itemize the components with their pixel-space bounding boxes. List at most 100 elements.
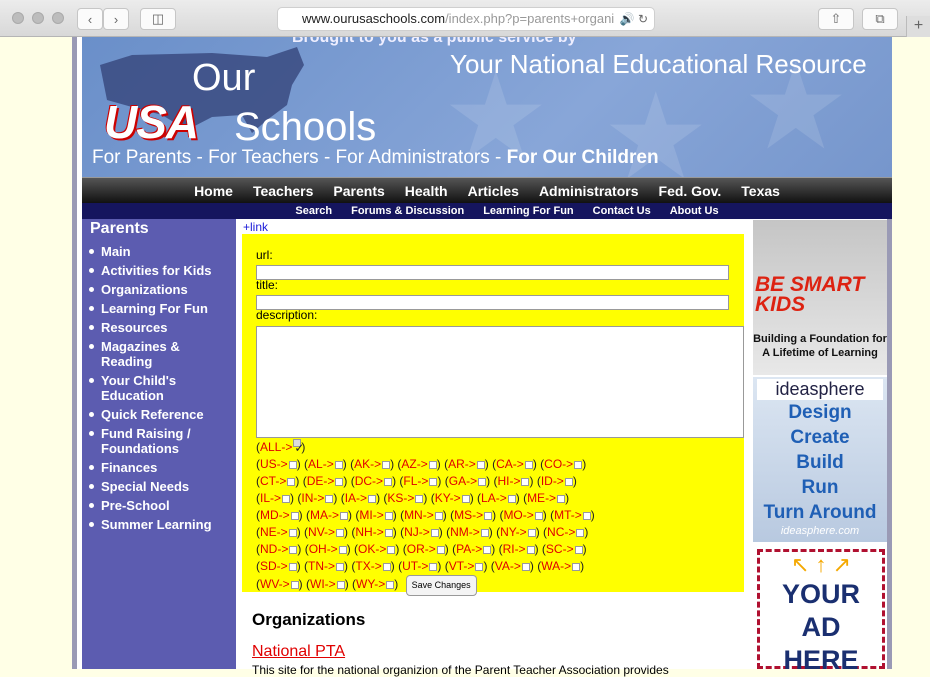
state-checkbox[interactable] [429, 478, 438, 486]
state-checkbox[interactable] [290, 512, 299, 520]
your-ad-here-ad[interactable]: ↖ ↑ ↗ YOUR AD HERE [757, 549, 885, 675]
sidebar-item-main[interactable]: Main [82, 242, 236, 261]
sidebar-item-finances[interactable]: Finances [82, 458, 236, 477]
state-checkbox[interactable] [582, 512, 591, 520]
close-window-icon[interactable] [12, 12, 24, 24]
state-checkbox[interactable] [475, 563, 484, 571]
audio-icon[interactable]: 🔊 [620, 12, 635, 26]
state-checkbox[interactable] [521, 563, 530, 571]
state-checkbox[interactable] [574, 461, 583, 469]
nav-about-us[interactable]: About Us [670, 205, 719, 217]
be-smart-kids-ad[interactable]: BE SMART KIDS Building a Foundation for … [753, 220, 887, 375]
state-checkbox[interactable] [288, 461, 297, 469]
nav-articles[interactable]: Articles [468, 183, 519, 199]
state-checkbox[interactable] [325, 495, 334, 503]
new-tab-button[interactable]: + [906, 16, 930, 37]
state-checkbox[interactable] [478, 478, 487, 486]
reload-icon[interactable]: ↻ [638, 12, 648, 26]
org-link-national-pta[interactable]: National PTA [252, 643, 345, 661]
state-checkbox[interactable] [338, 546, 347, 554]
url-input[interactable] [256, 265, 729, 280]
state-checkbox[interactable] [382, 563, 391, 571]
state-checkbox[interactable] [527, 529, 536, 537]
state-checkbox[interactable] [387, 546, 396, 554]
tabs-overview-button[interactable]: ⧉ [862, 8, 898, 30]
title-input[interactable] [256, 295, 729, 310]
sidebar-item-activities[interactable]: Activities for Kids [82, 261, 236, 280]
sidebar-item-fundraising[interactable]: Fund Raising / Foundations [82, 424, 236, 458]
state-checkbox[interactable] [340, 512, 349, 520]
sidebar-item-reference[interactable]: Quick Reference [82, 405, 236, 424]
state-checkbox[interactable] [368, 495, 377, 503]
state-checkbox[interactable] [557, 495, 566, 503]
save-changes-button[interactable]: Save Changes [405, 575, 477, 596]
nav-teachers[interactable]: Teachers [253, 183, 313, 199]
state-checkbox[interactable] [574, 546, 583, 554]
state-checkbox[interactable] [287, 478, 296, 486]
state-checkbox[interactable] [576, 529, 585, 537]
checkbox-all[interactable]: ✓ [293, 439, 304, 455]
sidebar-item-learning[interactable]: Learning For Fun [82, 299, 236, 318]
state-checkbox[interactable] [384, 478, 393, 486]
state-checkbox[interactable] [384, 512, 393, 520]
state-checkbox[interactable] [336, 529, 345, 537]
ideasphere-ad[interactable]: ideasphere Design Create Build Run Turn … [753, 377, 887, 542]
address-bar[interactable]: www.ourusaschools.com/index.php?p=parent… [277, 7, 655, 31]
state-checkbox[interactable] [336, 581, 345, 589]
state-checkbox[interactable] [524, 461, 533, 469]
state-checkbox[interactable] [289, 546, 298, 554]
state-checkbox[interactable] [564, 478, 573, 486]
sidebar-item-special-needs[interactable]: Special Needs [82, 477, 236, 496]
state-checkbox[interactable] [428, 461, 437, 469]
state-checkbox[interactable] [430, 529, 439, 537]
share-button[interactable]: ⇧ [818, 8, 854, 30]
nav-search[interactable]: Search [295, 205, 332, 217]
sidebar-toggle-button[interactable]: ◫ [140, 8, 176, 30]
state-checkbox[interactable] [521, 478, 530, 486]
sidebar-item-preschool[interactable]: Pre-School [82, 496, 236, 515]
state-checkbox[interactable] [526, 546, 535, 554]
nav-contact-us[interactable]: Contact Us [593, 205, 651, 217]
state-checkbox[interactable] [480, 529, 489, 537]
state-checkbox[interactable] [434, 512, 443, 520]
nav-learning-for-fun[interactable]: Learning For Fun [483, 205, 573, 217]
nav-fed-gov[interactable]: Fed. Gov. [659, 183, 722, 199]
nav-administrators[interactable]: Administrators [539, 183, 639, 199]
nav-forums[interactable]: Forums & Discussion [351, 205, 464, 217]
description-textarea[interactable] [256, 326, 744, 438]
nav-texas[interactable]: Texas [741, 183, 780, 199]
sidebar-item-organizations[interactable]: Organizations [82, 280, 236, 299]
state-checkbox[interactable] [415, 495, 424, 503]
state-checkbox[interactable] [483, 546, 492, 554]
state-checkbox[interactable] [288, 563, 297, 571]
add-link[interactable]: +link [243, 220, 268, 234]
state-checkbox[interactable] [461, 495, 470, 503]
state-checkbox[interactable] [534, 512, 543, 520]
state-checkbox[interactable] [429, 563, 438, 571]
sidebar-item-magazines[interactable]: Magazines & Reading [82, 337, 236, 371]
state-checkbox[interactable] [484, 512, 493, 520]
back-button[interactable]: ‹ [77, 8, 103, 30]
nav-health[interactable]: Health [405, 183, 448, 199]
state-checkbox[interactable] [290, 581, 299, 589]
state-checkbox[interactable] [386, 581, 395, 589]
state-checkbox[interactable] [572, 563, 581, 571]
state-checkbox[interactable] [436, 546, 445, 554]
nav-parents[interactable]: Parents [333, 183, 384, 199]
state-checkbox[interactable] [282, 495, 291, 503]
zoom-window-icon[interactable] [52, 12, 64, 24]
state-checkbox[interactable] [335, 478, 344, 486]
state-checkbox[interactable] [382, 461, 391, 469]
state-checkbox[interactable] [507, 495, 516, 503]
sidebar-item-resources[interactable]: Resources [82, 318, 236, 337]
state-checkbox[interactable] [288, 529, 297, 537]
sidebar-item-education[interactable]: Your Child's Education [82, 371, 236, 405]
state-checkbox[interactable] [476, 461, 485, 469]
minimize-window-icon[interactable] [32, 12, 44, 24]
sidebar-item-summer[interactable]: Summer Learning [82, 515, 236, 534]
forward-button[interactable]: › [103, 8, 129, 30]
state-checkbox[interactable] [384, 529, 393, 537]
state-checkbox[interactable] [336, 563, 345, 571]
nav-home[interactable]: Home [194, 183, 233, 199]
state-checkbox[interactable] [334, 461, 343, 469]
